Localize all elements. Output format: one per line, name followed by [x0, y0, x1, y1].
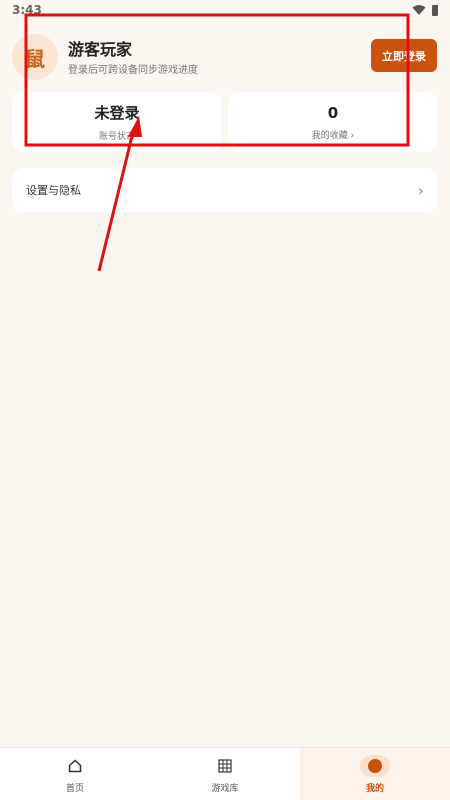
- grid-icon: [213, 755, 237, 777]
- bottom-navigation: 首页 游戏库 我的: [0, 747, 450, 800]
- status-time: 3:43: [12, 3, 42, 17]
- favorites-label: 我的收藏 ›: [311, 130, 355, 141]
- avatar-character: 鼠: [25, 46, 45, 71]
- profile-subtitle: 登录后可跨设备同步游戏进度: [68, 65, 198, 76]
- account-status-value: 未登录: [94, 104, 140, 122]
- chevron-right-icon: ›: [417, 180, 424, 200]
- favorites-card[interactable]: 0 我的收藏 ›: [228, 92, 438, 152]
- nav-me[interactable]: 我的: [300, 748, 450, 800]
- account-status-label: 账号状态: [98, 132, 135, 142]
- nav-home[interactable]: 首页: [0, 748, 150, 800]
- nav-game-library[interactable]: 游戏库: [150, 748, 300, 800]
- profile-name: 游客玩家: [68, 40, 133, 59]
- nav-home-label: 首页: [65, 783, 84, 794]
- settings-privacy-label: 设置与隐私: [26, 184, 81, 197]
- login-button[interactable]: 立即登录: [371, 39, 437, 72]
- battery-icon: [432, 4, 438, 16]
- wifi-icon: [412, 5, 426, 15]
- nav-me-label: 我的: [365, 783, 384, 794]
- settings-privacy-row[interactable]: 设置与隐私 ›: [12, 168, 438, 212]
- nav-game-library-label: 游戏库: [211, 783, 239, 794]
- avatar[interactable]: 鼠: [12, 34, 58, 80]
- home-icon: [63, 755, 87, 777]
- profile-dot-icon: [360, 754, 390, 777]
- account-status-card[interactable]: 未登录 账号状态: [12, 92, 222, 152]
- status-icons: [412, 4, 438, 16]
- favorites-count: 0: [327, 103, 339, 122]
- status-bar: 3:43: [0, 0, 450, 20]
- profile-header: 鼠 游客玩家 登录后可跨设备同步游戏进度 立即登录: [12, 32, 438, 82]
- stats-section: 未登录 账号状态 0 我的收藏 ›: [12, 92, 438, 152]
